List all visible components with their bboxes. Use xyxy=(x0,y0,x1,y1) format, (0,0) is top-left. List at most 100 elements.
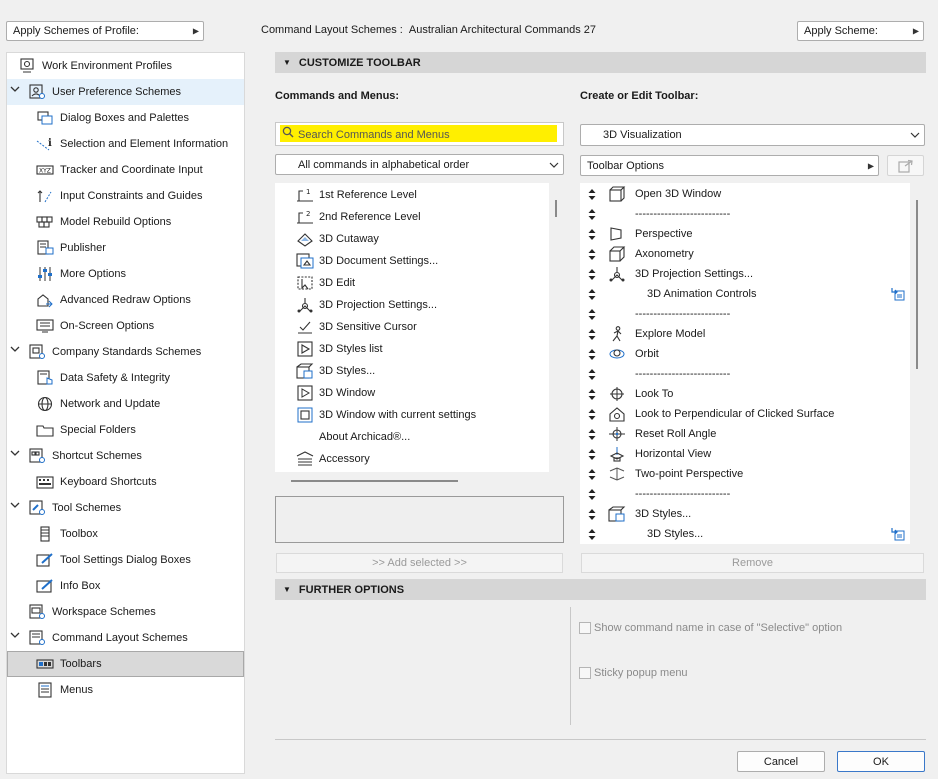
add-selected-button[interactable]: >> Add selected >> xyxy=(276,553,563,573)
tree-item[interactable]: Toolbars xyxy=(35,651,102,677)
toolbar-select[interactable]: 3D Visualization xyxy=(580,124,925,146)
toolbar-item[interactable]: Perspective xyxy=(607,224,692,244)
chevron-down-icon[interactable] xyxy=(10,502,20,509)
tree-item[interactable]: Network and Update xyxy=(35,391,160,417)
command-item[interactable]: 3D Cutaway xyxy=(295,228,379,250)
tree-item[interactable]: i Selection and Element Information xyxy=(35,131,228,157)
tree-item[interactable]: More Options xyxy=(35,261,126,287)
export-toolbar-button[interactable] xyxy=(887,155,924,176)
tree-item[interactable]: Data Safety & Integrity xyxy=(35,365,170,391)
command-item[interactable]: 3D Styles... xyxy=(295,360,375,382)
command-item[interactable]: 3D Document Settings... xyxy=(295,250,438,272)
search-field[interactable]: Search Commands and Menus xyxy=(275,122,564,146)
roll-angle-icon xyxy=(607,425,627,443)
toolbar-item[interactable]: Axonometry xyxy=(607,244,694,264)
drag-handle-icon[interactable] xyxy=(588,529,598,540)
toolbar-item[interactable]: 3D Styles... xyxy=(607,504,691,524)
tree-item[interactable]: Info Box xyxy=(35,573,100,599)
drag-handle-icon[interactable] xyxy=(588,269,598,280)
drag-handle-icon[interactable] xyxy=(588,189,598,200)
chevron-down-icon[interactable] xyxy=(10,632,20,639)
tree-item[interactable]: Toolbox xyxy=(35,521,98,547)
tree-item[interactable]: Tool Schemes xyxy=(27,495,121,521)
command-item[interactable]: Accessory xyxy=(295,448,370,470)
drag-handle-icon[interactable] xyxy=(588,389,598,400)
drag-handle-icon[interactable] xyxy=(588,349,598,360)
toolbar-item[interactable]: 3D Animation Controls xyxy=(647,284,756,304)
command-item[interactable]: 3D Projection Settings... xyxy=(295,294,437,316)
drag-handle-icon[interactable] xyxy=(588,309,598,320)
customize-toolbar-header[interactable]: ▼ CUSTOMIZE TOOLBAR xyxy=(275,52,926,73)
toolbar-item[interactable]: 3D Styles... xyxy=(647,524,703,544)
commands-list[interactable]: 1 1st Reference Level 2 2nd Reference Level… xyxy=(275,183,549,472)
tree-item[interactable]: Keyboard Shortcuts xyxy=(35,469,157,495)
command-item[interactable]: 3D Window with current settings xyxy=(295,404,476,426)
tree-item[interactable]: On-Screen Options xyxy=(35,313,154,339)
toolbar-item[interactable]: Look To xyxy=(607,384,673,404)
toolbar-item[interactable]: -------------------------- xyxy=(607,304,730,324)
tree-item[interactable]: Company Standards Schemes xyxy=(27,339,201,365)
sticky-popup-checkbox[interactable] xyxy=(579,667,591,679)
toolbar-item[interactable]: Horizontal View xyxy=(607,444,711,464)
drag-handle-icon[interactable] xyxy=(588,289,598,300)
tree-item[interactable]: Special Folders xyxy=(35,417,136,443)
tree-item[interactable]: Shortcut Schemes xyxy=(27,443,142,469)
tree-item[interactable]: Dialog Boxes and Palettes xyxy=(35,105,189,131)
toolbar-item[interactable]: -------------------------- xyxy=(607,364,730,384)
tree-item[interactable]: Workspace Schemes xyxy=(27,599,156,625)
commands-list-scrollbar[interactable] xyxy=(555,200,557,217)
command-item[interactable]: 3D Styles list xyxy=(295,338,383,360)
tree-item[interactable]: User Preference Schemes xyxy=(27,79,181,105)
drag-handle-icon[interactable] xyxy=(588,469,598,480)
toolbar-item[interactable]: Two-point Perspective xyxy=(607,464,743,484)
drag-handle-icon[interactable] xyxy=(588,409,598,420)
command-item[interactable]: About Archicad®... xyxy=(295,426,410,448)
toolbar-item[interactable]: Open 3D Window xyxy=(607,184,721,204)
command-item[interactable]: 3D Edit xyxy=(295,272,355,294)
toolbar-items-list[interactable]: Open 3D Window --------------------------… xyxy=(580,183,910,544)
command-item[interactable]: 2 2nd Reference Level xyxy=(295,206,421,228)
tree-item[interactable]: Publisher xyxy=(35,235,106,261)
cancel-button[interactable]: Cancel xyxy=(737,751,825,772)
chevron-down-icon[interactable] xyxy=(10,86,20,93)
toolbar-item[interactable]: Explore Model xyxy=(607,324,705,344)
command-item[interactable]: 1 1st Reference Level xyxy=(295,184,417,206)
ok-button[interactable]: OK xyxy=(837,751,925,772)
apply-profile-button[interactable]: Apply Schemes of Profile: ▶ xyxy=(6,21,204,41)
drag-handle-icon[interactable] xyxy=(588,249,598,260)
drag-handle-icon[interactable] xyxy=(588,509,598,520)
remove-button[interactable]: Remove xyxy=(581,553,924,573)
toolbar-item[interactable]: Look to Perpendicular of Clicked Surface xyxy=(607,404,834,424)
command-filter-select[interactable]: All commands in alphabetical order xyxy=(275,154,564,175)
toolbar-item[interactable]: Reset Roll Angle xyxy=(607,424,716,444)
further-options-header[interactable]: ▼ FURTHER OPTIONS xyxy=(275,579,926,600)
toolbar-options-button[interactable]: Toolbar Options ▶ xyxy=(580,155,879,176)
command-item[interactable]: 3D Sensitive Cursor xyxy=(295,316,417,338)
chevron-down-icon[interactable] xyxy=(10,450,20,457)
tree-item[interactable]: Work Environment Profiles xyxy=(17,53,172,79)
chevron-down-icon[interactable] xyxy=(10,346,20,353)
toolbar-item[interactable]: -------------------------- xyxy=(607,204,730,224)
drag-handle-icon[interactable] xyxy=(588,449,598,460)
drag-handle-icon[interactable] xyxy=(588,329,598,340)
toolbar-item[interactable]: 3D Projection Settings... xyxy=(607,264,753,284)
drag-handle-icon[interactable] xyxy=(588,209,598,220)
tree-item[interactable]: Command Layout Schemes xyxy=(27,625,188,651)
show-command-name-checkbox[interactable] xyxy=(579,622,591,634)
drag-handle-icon[interactable] xyxy=(588,429,598,440)
toolbar-item[interactable]: -------------------------- xyxy=(607,484,730,504)
drag-handle-icon[interactable] xyxy=(588,369,598,380)
commands-list-hscrollbar[interactable] xyxy=(291,480,458,482)
apply-scheme-button[interactable]: Apply Scheme: ▶ xyxy=(797,21,924,41)
drag-handle-icon[interactable] xyxy=(588,229,598,240)
command-item[interactable]: 3D Window xyxy=(295,382,375,404)
tree-item[interactable]: Input Constraints and Guides xyxy=(35,183,202,209)
tree-item[interactable]: Model Rebuild Options xyxy=(35,209,171,235)
toolbar-list-scrollbar[interactable] xyxy=(916,200,918,369)
tree-item[interactable]: Advanced Redraw Options xyxy=(35,287,191,313)
tree-item[interactable]: Tool Settings Dialog Boxes xyxy=(35,547,191,573)
tree-item[interactable]: XYZ Tracker and Coordinate Input xyxy=(35,157,203,183)
tree-item[interactable]: Menus xyxy=(35,677,93,703)
drag-handle-icon[interactable] xyxy=(588,489,598,500)
toolbar-item[interactable]: Orbit xyxy=(607,344,659,364)
